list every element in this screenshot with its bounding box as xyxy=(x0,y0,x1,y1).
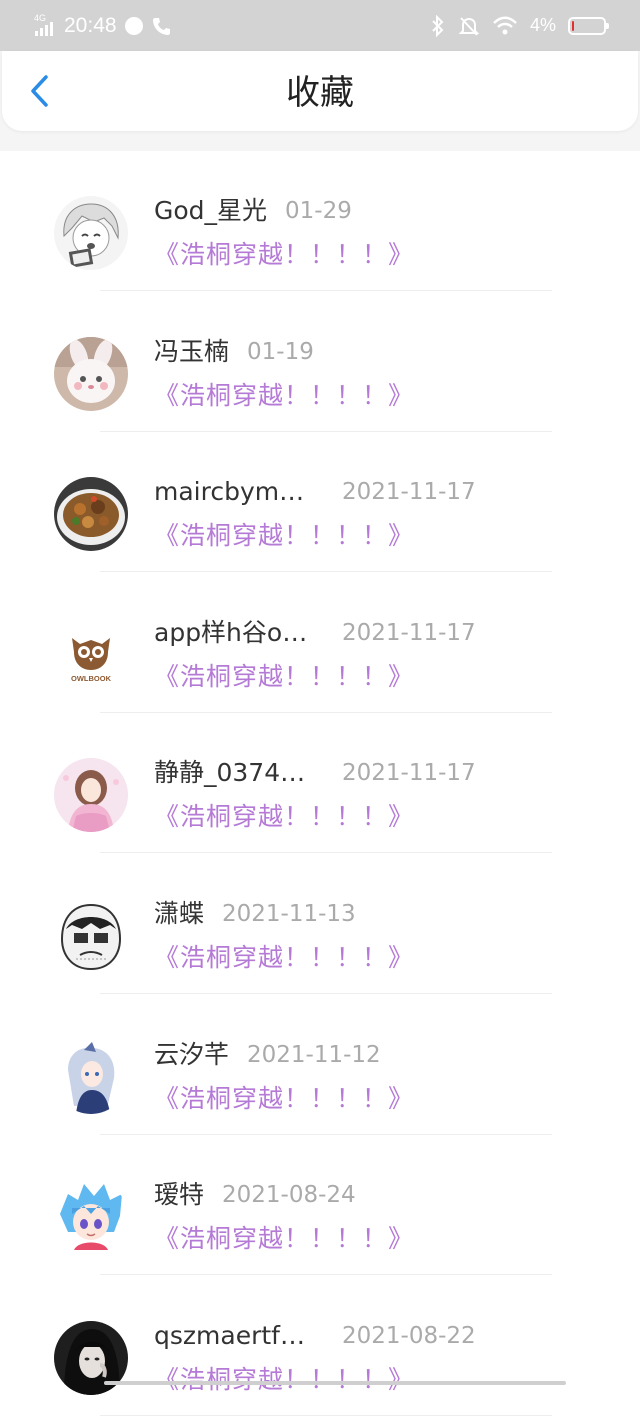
avatar[interactable] xyxy=(54,196,128,270)
user-name[interactable]: 冯玉楠 xyxy=(154,336,229,368)
favorite-date: 2021-11-17 xyxy=(342,760,476,787)
favorite-item[interactable]: qszmaertf… 2021-08-22 《浩桐穿越！！！！》 xyxy=(0,1276,640,1416)
favorite-date: 2021-08-24 xyxy=(222,1182,356,1209)
header-card: 收藏 xyxy=(2,51,638,131)
user-name[interactable]: 静静_0374… xyxy=(154,757,305,789)
favorite-date: 2021-11-13 xyxy=(222,900,356,927)
phone-icon xyxy=(151,16,171,36)
book-title-link[interactable]: 《浩桐穿越！！！！》 xyxy=(154,239,414,271)
user-name[interactable]: qszmaertf… xyxy=(154,1320,305,1352)
user-name[interactable]: 瑷特 xyxy=(154,1179,204,1211)
favorite-date: 2021-11-17 xyxy=(342,619,476,646)
page-title: 收藏 xyxy=(286,73,354,113)
svg-text:OWLBOOK: OWLBOOK xyxy=(71,674,112,683)
battery-percent: 4% xyxy=(529,15,556,35)
favorite-item[interactable]: OWLBOOK app样h谷o… 2021-11-17 《浩桐穿越！！！！》 xyxy=(0,573,640,714)
favorites-list: God_星光 01-29 《浩桐穿越！！！！》 冯玉楠 01-19 《浩桐穿越！！！！》 m… xyxy=(0,151,640,1416)
favorite-item[interactable]: maircbym… 2021-11-17 《浩桐穿越！！！！》 xyxy=(0,432,640,573)
user-name[interactable]: God_星光 xyxy=(154,195,267,227)
book-title-link[interactable]: 《浩桐穿越！！！！》 xyxy=(154,1223,414,1255)
battery-fill xyxy=(572,20,574,31)
avatar[interactable] xyxy=(54,1180,128,1255)
book-title-link[interactable]: 《浩桐穿越！！！！》 xyxy=(154,1364,414,1396)
favorite-item[interactable]: God_星光 01-29 《浩桐穿越！！！！》 xyxy=(0,151,640,292)
favorite-date: 01-19 xyxy=(247,338,314,365)
user-name[interactable]: app样h谷o… xyxy=(154,617,307,649)
avatar[interactable] xyxy=(54,898,128,973)
avatar[interactable] xyxy=(54,758,128,833)
favorite-date: 2021-11-12 xyxy=(247,1041,381,1068)
book-title-link[interactable]: 《浩桐穿越！！！！》 xyxy=(154,942,414,974)
clock: 20:48 xyxy=(64,13,117,37)
book-title-link[interactable]: 《浩桐穿越！！！！》 xyxy=(154,520,414,552)
favorite-date: 2021-11-17 xyxy=(342,479,476,506)
wifi-icon xyxy=(492,16,518,36)
book-title-link[interactable]: 《浩桐穿越！！！！》 xyxy=(154,661,414,693)
book-title-link[interactable]: 《浩桐穿越！！！！》 xyxy=(154,801,414,833)
status-bar-left: 4G 20:48 xyxy=(34,0,171,51)
favorite-item[interactable]: 静静_0374… 2021-11-17 《浩桐穿越！！！！》 xyxy=(0,713,640,854)
book-title-link[interactable]: 《浩桐穿越！！！！》 xyxy=(154,1083,414,1115)
scroll-indicator xyxy=(104,1381,566,1385)
status-bar-right: 4% xyxy=(430,0,609,51)
favorite-item[interactable]: 云汐芊 2021-11-12 《浩桐穿越！！！！》 xyxy=(0,995,640,1136)
user-name[interactable]: maircbym… xyxy=(154,476,304,508)
avatar[interactable] xyxy=(54,336,128,411)
soul-app-icon xyxy=(124,16,143,35)
status-bar: 4G 20:48 4% xyxy=(0,0,640,51)
user-name[interactable]: 潇蝶 xyxy=(154,898,204,930)
favorite-item[interactable]: 潇蝶 2021-11-13 《浩桐穿越！！！！》 xyxy=(0,854,640,995)
avatar[interactable] xyxy=(54,1039,128,1114)
favorite-item[interactable]: 瑷特 2021-08-24 《浩桐穿越！！！！》 xyxy=(0,1135,640,1276)
favorite-date: 2021-08-22 xyxy=(342,1322,476,1349)
header: 收藏 xyxy=(0,51,640,151)
user-name[interactable]: 云汐芊 xyxy=(154,1039,229,1071)
battery-icon xyxy=(568,16,609,35)
favorite-item[interactable]: 冯玉楠 01-19 《浩桐穿越！！！！》 xyxy=(0,292,640,433)
avatar[interactable] xyxy=(54,477,128,552)
signal-icon: 4G xyxy=(34,13,56,38)
avatar[interactable]: OWLBOOK xyxy=(54,617,128,692)
bluetooth-icon xyxy=(430,14,446,37)
book-title-link[interactable]: 《浩桐穿越！！！！》 xyxy=(154,380,414,412)
mute-icon xyxy=(458,15,480,37)
favorite-date: 01-29 xyxy=(285,198,352,224)
